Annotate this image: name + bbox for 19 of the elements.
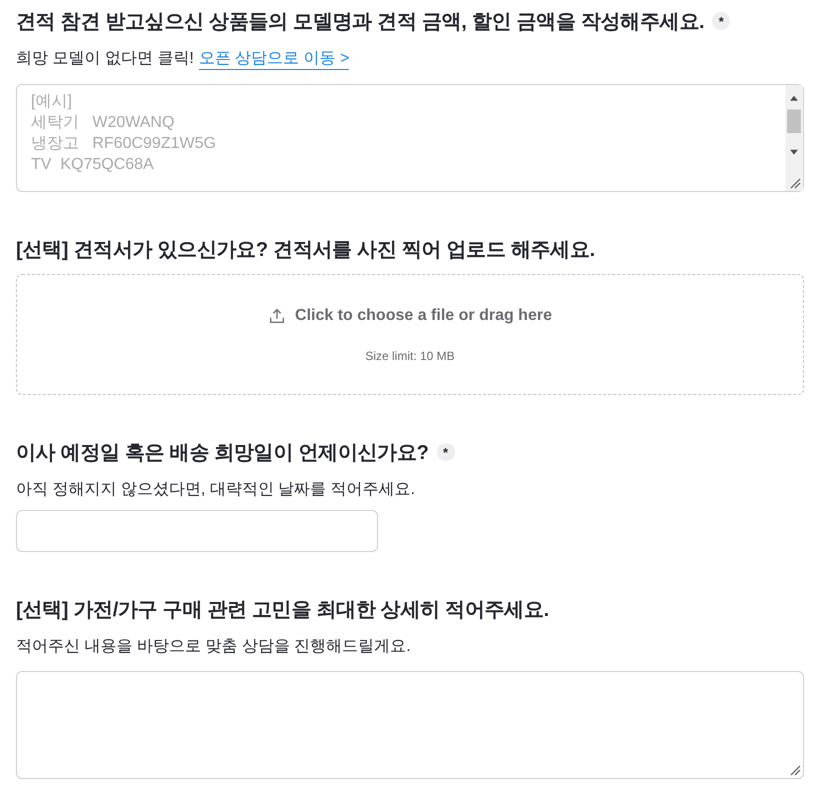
- file-drop-zone[interactable]: Click to choose a file or drag here Size limit: 10 MB: [16, 274, 804, 395]
- upload-prompt: Click to choose a file or drag here: [295, 306, 552, 324]
- question-title: 견적 참견 받고싶으신 상품들의 모델명과 견적 금액, 할인 금액을 작성해주세요.: [16, 10, 704, 34]
- resize-handle-icon[interactable]: [789, 177, 801, 189]
- question-title: 이사 예정일 혹은 배송 희망일이 언제이신가요?: [16, 440, 429, 466]
- question-description: 희망 모델이 없다면 클릭!: [16, 49, 194, 69]
- question-description: 아직 정해지지 않으셨다면, 대략적인 날짜를 적어주세요.: [16, 480, 416, 500]
- question-description: 적어주신 내용을 바탕으로 맞춤 상담을 진행해드릴게요.: [16, 637, 411, 657]
- upload-icon: [268, 306, 286, 324]
- question-title: [선택] 견적서가 있으신가요? 견적서를 사진 찍어 업로드 해주세요.: [16, 238, 595, 262]
- required-badge: *: [712, 12, 730, 30]
- question-title: [선택] 가전/가구 구매 관련 고민을 최대한 상세히 적어주세요.: [16, 598, 549, 622]
- input-field[interactable]: [16, 510, 378, 552]
- text-area[interactable]: [예시] 세탁기 W20WANQ 냉장고 RF60C99Z1W5G TV KQ75QC68A: [16, 84, 804, 192]
- size-limit: Size limit: 10 MB: [365, 348, 455, 362]
- required-badge: *: [436, 443, 455, 461]
- scrollbar[interactable]: [785, 85, 803, 191]
- resize-handle-icon[interactable]: [789, 764, 801, 776]
- open-consult-link[interactable]: 오픈 상담으로 이동 >: [198, 48, 350, 70]
